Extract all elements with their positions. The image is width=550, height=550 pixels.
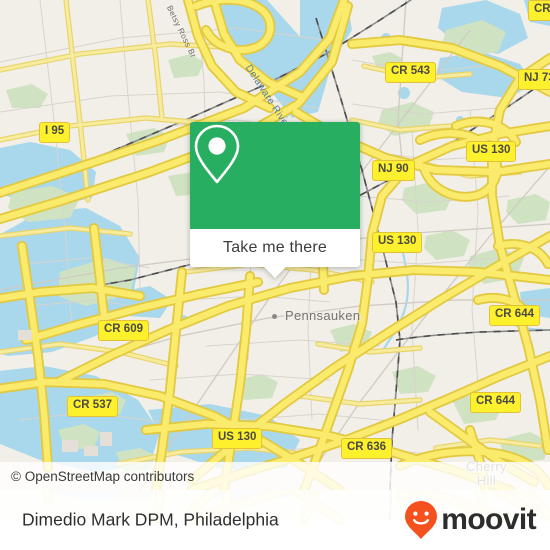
attribution-text[interactable]: © OpenStreetMap contributors: [0, 469, 194, 484]
road-shield-cr-partial[interactable]: CR: [528, 0, 550, 21]
road-shield-cr-543[interactable]: CR 543: [385, 62, 436, 83]
road-shield-us-130-north[interactable]: US 130: [466, 141, 517, 162]
moovit-logo[interactable]: moovit: [404, 500, 537, 540]
road-shield-cr-537[interactable]: CR 537: [67, 396, 118, 417]
road-shield-us-130-south[interactable]: US 130: [212, 428, 263, 449]
road-shield-nj-90[interactable]: NJ 90: [372, 160, 415, 181]
popup-action-bar[interactable]: Take me there: [190, 229, 360, 278]
road-shield-nj-73[interactable]: NJ 73: [518, 69, 550, 90]
footer-bar: Dimedio Mark DPM, Philadelphia moovit: [0, 490, 550, 550]
road-shield-i-95[interactable]: I 95: [39, 122, 71, 143]
road-shield-cr-644-south[interactable]: CR 644: [470, 392, 521, 413]
moovit-pin-icon: [405, 501, 438, 539]
map-canvas[interactable]: Delaware River Betsy Ross Br Pennsauken …: [0, 0, 550, 490]
place-dot-pennsauken: [272, 314, 277, 319]
location-popup-card[interactable]: Take me there: [190, 122, 360, 278]
map-attribution-bar: © OpenStreetMap contributors: [0, 462, 550, 490]
take-me-there-label: Take me there: [223, 239, 327, 256]
moovit-wordmark: moovit: [441, 503, 536, 536]
popup-icon-panel: [190, 122, 360, 229]
popup-tail: [264, 267, 286, 278]
screenshot-root: Delaware River Betsy Ross Br Pennsauken …: [0, 0, 550, 550]
road-shield-cr-636[interactable]: CR 636: [341, 438, 392, 459]
page-title: Dimedio Mark DPM, Philadelphia: [22, 509, 279, 530]
road-shield-us-130-mid[interactable]: US 130: [372, 232, 423, 253]
road-shield-cr-609[interactable]: CR 609: [98, 320, 149, 341]
road-shield-cr-644-east[interactable]: CR 644: [489, 305, 540, 326]
map-pin-icon: [194, 124, 240, 184]
